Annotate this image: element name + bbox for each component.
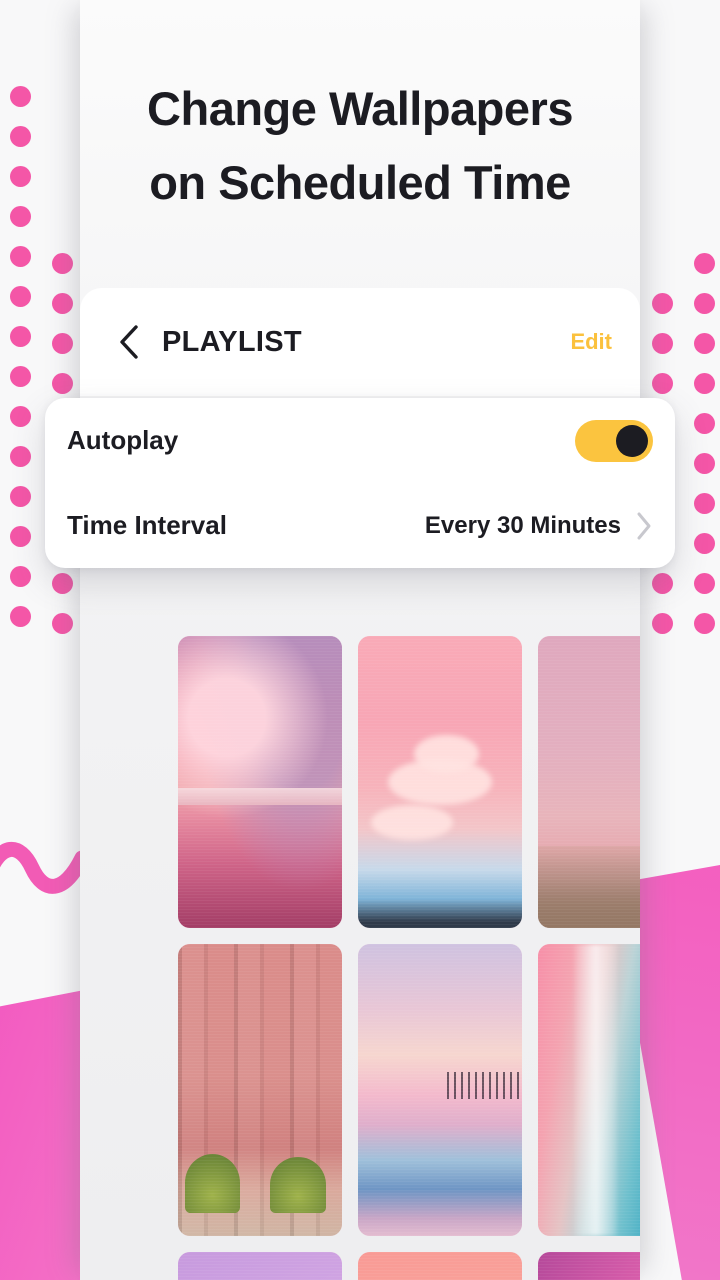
decorative-dot bbox=[52, 293, 73, 314]
decorative-dot bbox=[694, 493, 715, 514]
decorative-dot bbox=[10, 606, 31, 627]
playlist-header-card: PLAYLIST Edit bbox=[80, 288, 640, 396]
time-interval-label: Time Interval bbox=[67, 510, 227, 540]
pink-sky-over-buildings bbox=[538, 636, 640, 928]
decorative-dot bbox=[652, 573, 673, 594]
decorative-dot bbox=[52, 253, 73, 274]
chevron-left-icon bbox=[120, 325, 138, 359]
decorative-dot bbox=[652, 333, 673, 354]
wallpaper-thumbnail[interactable] bbox=[538, 636, 640, 928]
decorative-dot bbox=[10, 246, 31, 267]
time-interval-control: Every 30 Minutes bbox=[425, 511, 653, 541]
aerial-pink-teal-shore bbox=[538, 944, 640, 1236]
decorative-dot bbox=[10, 326, 31, 347]
page-title: PLAYLIST bbox=[162, 325, 302, 358]
decorative-dot bbox=[52, 573, 73, 594]
pink-wall-with-palms bbox=[178, 944, 342, 1236]
decorative-dot bbox=[652, 613, 673, 634]
decorative-dot bbox=[10, 526, 31, 547]
wallpaper-thumbnail[interactable] bbox=[358, 636, 522, 928]
wallpaper-thumbnail[interactable] bbox=[178, 636, 342, 928]
decorative-dot bbox=[52, 373, 73, 394]
pink-sunset-beach-birds bbox=[178, 636, 342, 928]
decorative-dot bbox=[694, 613, 715, 634]
wallpaper-thumbnail[interactable] bbox=[178, 944, 342, 1236]
promo-stage: PLAYLIST Edit Autoplay Time Interval Eve… bbox=[0, 0, 720, 1280]
decorative-dot bbox=[10, 286, 31, 307]
decorative-dot bbox=[652, 373, 673, 394]
edit-button[interactable]: Edit bbox=[570, 329, 612, 355]
time-interval-row[interactable]: Time Interval Every 30 Minutes bbox=[45, 483, 675, 568]
back-button[interactable] bbox=[108, 321, 150, 363]
decorative-dot bbox=[652, 293, 673, 314]
decorative-dot bbox=[694, 373, 715, 394]
chevron-right-icon[interactable] bbox=[635, 511, 653, 541]
decorative-dot bbox=[52, 613, 73, 634]
time-interval-value: Every 30 Minutes bbox=[424, 511, 621, 539]
decorative-dot bbox=[694, 453, 715, 474]
coral-pink-clouds bbox=[358, 1252, 522, 1280]
toggle-knob bbox=[616, 424, 648, 457]
pink-sky-clouds-horizon bbox=[358, 636, 522, 928]
decorative-dot bbox=[10, 566, 31, 587]
magenta-gradient bbox=[538, 1252, 640, 1280]
wallpaper-thumbnail[interactable] bbox=[538, 1252, 640, 1280]
decorative-dot bbox=[694, 293, 715, 314]
wallpaper-thumbnail[interactable] bbox=[358, 1252, 522, 1280]
purple-blue-clouds bbox=[178, 1252, 342, 1280]
playlist-header-row: PLAYLIST Edit bbox=[80, 306, 640, 378]
autoplay-row[interactable]: Autoplay bbox=[45, 398, 675, 483]
headline-line-1: Change Wallpapers bbox=[147, 82, 573, 135]
decorative-dot bbox=[694, 413, 715, 434]
decorative-dot bbox=[694, 533, 715, 554]
wallpaper-grid bbox=[178, 636, 640, 1280]
decorative-dot bbox=[10, 446, 31, 467]
autoplay-toggle[interactable] bbox=[575, 419, 653, 462]
wallpaper-thumbnail[interactable] bbox=[538, 944, 640, 1236]
page-headline: Change Wallpapers on Scheduled Time bbox=[0, 72, 720, 220]
decorative-dot bbox=[52, 333, 73, 354]
decorative-dot bbox=[694, 573, 715, 594]
wallpaper-thumbnail[interactable] bbox=[178, 1252, 342, 1280]
decorative-dot bbox=[694, 333, 715, 354]
autoplay-control bbox=[575, 419, 653, 462]
decorative-dot bbox=[10, 406, 31, 427]
wallpaper-thumbnail[interactable] bbox=[358, 944, 522, 1236]
settings-card: Autoplay Time Interval Every 30 Minutes bbox=[45, 398, 675, 568]
decorative-dot bbox=[10, 366, 31, 387]
decorative-dot bbox=[10, 486, 31, 507]
autoplay-label: Autoplay bbox=[67, 425, 179, 455]
decorative-dot bbox=[694, 253, 715, 274]
pier-at-pink-sunset bbox=[358, 944, 522, 1236]
headline-line-2: on Scheduled Time bbox=[149, 156, 571, 209]
